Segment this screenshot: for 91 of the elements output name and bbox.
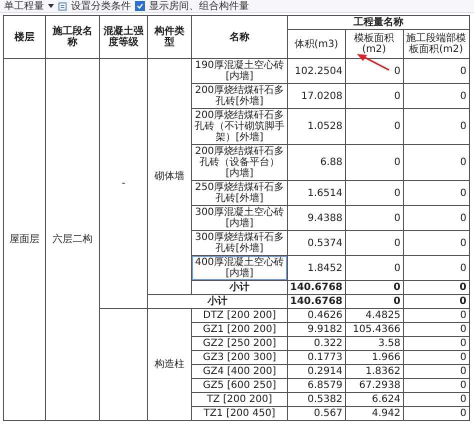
column-header: 施工段名称 bbox=[46, 16, 100, 58]
filter-icon bbox=[58, 2, 67, 10]
table-cell: - bbox=[100, 58, 148, 308]
table-cell[interactable]: 200厚烧结煤矸石多孔砖（不计砌筑脚手架）[外墙] bbox=[192, 108, 288, 144]
table-cell: 102.2504 bbox=[288, 58, 346, 84]
table-cell: 1.8362 bbox=[345, 364, 404, 378]
column-header: 施工段端部模板面积(m2) bbox=[403, 30, 470, 58]
caret-icon bbox=[48, 4, 54, 8]
table-cell: 6.88 bbox=[288, 144, 346, 180]
table-cell: 小计 bbox=[148, 294, 288, 308]
table-cell: 0 bbox=[345, 230, 404, 256]
table-cell[interactable]: TZ1 [200 450] bbox=[192, 406, 288, 420]
table-cell[interactable]: TZ [200 200] bbox=[192, 392, 288, 406]
table-cell: 1.8452 bbox=[288, 256, 346, 280]
table-cell: 六层二构 bbox=[46, 58, 100, 420]
table-cell: 屋面层 bbox=[4, 58, 46, 420]
table-cell[interactable]: GZ4 [400 200] bbox=[192, 364, 288, 378]
table-cell[interactable]: 300厚混凝土空心砖[内墙] bbox=[192, 206, 288, 230]
column-header: 混凝土强度等级 bbox=[100, 16, 148, 58]
table-cell: 0 bbox=[403, 406, 470, 420]
table-cell: 砌体墙 bbox=[148, 58, 192, 294]
table-cell: 0.5374 bbox=[288, 230, 346, 256]
table-cell: 构造柱 bbox=[148, 308, 192, 420]
table-cell: 0.1773 bbox=[288, 350, 346, 364]
table-cell: 0 bbox=[403, 336, 470, 350]
table-cell: 0 bbox=[345, 144, 404, 180]
column-header: 构件类型 bbox=[148, 16, 192, 58]
table-cell: 6.624 bbox=[345, 392, 404, 406]
table-cell[interactable]: GZ2 [250 200] bbox=[192, 336, 288, 350]
table-cell: 0.2914 bbox=[288, 364, 346, 378]
table-cell: 4.4825 bbox=[345, 308, 404, 322]
table-cell[interactable]: 200厚烧结煤矸石多孔砖（设备平台）[内墙] bbox=[192, 144, 288, 180]
table-cell: 0 bbox=[403, 364, 470, 378]
table-cell: 0 bbox=[345, 294, 404, 308]
table-cell: 0 bbox=[345, 180, 404, 206]
table-cell: 0.567 bbox=[288, 406, 346, 420]
table-cell[interactable]: 200厚烧结煤矸石多孔砖[外墙] bbox=[192, 84, 288, 108]
checkbox[interactable] bbox=[135, 1, 145, 11]
quantity-dropdown[interactable]: 单工程量 bbox=[4, 0, 44, 12]
table-cell: 0 bbox=[403, 280, 470, 294]
table-cell: 105.4366 bbox=[345, 322, 404, 336]
column-group-header: 工程量名称 bbox=[288, 16, 470, 30]
table-cell: 0 bbox=[403, 378, 470, 392]
table-cell: 0.322 bbox=[288, 336, 346, 350]
table-cell: 4.942 bbox=[345, 406, 404, 420]
table-cell: 0 bbox=[345, 256, 404, 280]
table-cell: 3.58 bbox=[345, 336, 404, 350]
table-cell: 0 bbox=[403, 294, 470, 308]
table-cell: 0 bbox=[345, 84, 404, 108]
table-cell[interactable]: 400厚混凝土空心砖[内墙] bbox=[192, 256, 288, 280]
table-cell: 0 bbox=[403, 392, 470, 406]
table-cell: 9.4388 bbox=[288, 206, 346, 230]
table-cell: 0 bbox=[403, 230, 470, 256]
table-cell: 140.6768 bbox=[288, 294, 346, 308]
table-cell: 0 bbox=[403, 84, 470, 108]
table-cell[interactable]: GZ1 [200 200] bbox=[192, 322, 288, 336]
table-cell: 0 bbox=[403, 206, 470, 230]
table-cell[interactable]: GZ5 [600 250] bbox=[192, 378, 288, 392]
table-cell: 0.4626 bbox=[288, 308, 346, 322]
table-cell: 67.2938 bbox=[345, 378, 404, 392]
table-cell: 0 bbox=[403, 144, 470, 180]
table-cell: 9.9182 bbox=[288, 322, 346, 336]
table-cell: 6.8579 bbox=[288, 378, 346, 392]
table-cell[interactable]: 300厚烧结煤矸石多孔砖[外墙] bbox=[192, 230, 288, 256]
table-cell: 0 bbox=[345, 108, 404, 144]
table-cell: 1.966 bbox=[345, 350, 404, 364]
table-cell: 0 bbox=[345, 280, 404, 294]
table-cell[interactable]: 190厚混凝土空心砖[内墙] bbox=[192, 58, 288, 84]
table-cell[interactable]: DTZ [200 200] bbox=[192, 308, 288, 322]
table-cell: 0 bbox=[345, 206, 404, 230]
column-header: 名称 bbox=[192, 16, 288, 58]
table-cell: 17.0208 bbox=[288, 84, 346, 108]
classification-button[interactable]: 设置分类条件 bbox=[71, 0, 131, 12]
table-cell[interactable]: GZ3 [200 300] bbox=[192, 350, 288, 364]
table-cell[interactable]: 250厚烧结煤矸石多孔砖[外墙] bbox=[192, 180, 288, 206]
table-cell: 0 bbox=[403, 308, 470, 322]
table-cell: 0 bbox=[403, 350, 470, 364]
table-cell: 1.0528 bbox=[288, 108, 346, 144]
column-header: 楼层 bbox=[4, 16, 46, 58]
checkbox-label: 显示房间、组合构件量 bbox=[149, 0, 249, 12]
table-cell: 0 bbox=[403, 180, 470, 206]
pointer-arrow bbox=[356, 53, 390, 71]
table-cell: 1.6514 bbox=[288, 180, 346, 206]
table-cell: 小计 bbox=[192, 280, 288, 294]
table-cell: 0 bbox=[403, 58, 470, 84]
table-cell: 140.6768 bbox=[288, 280, 346, 294]
table-cell: 0 bbox=[403, 322, 470, 336]
column-header: 体积(m3) bbox=[288, 30, 346, 58]
table-cell: 0.5382 bbox=[288, 392, 346, 406]
table-cell: 0 bbox=[403, 108, 470, 144]
table-cell: 0 bbox=[403, 256, 470, 280]
